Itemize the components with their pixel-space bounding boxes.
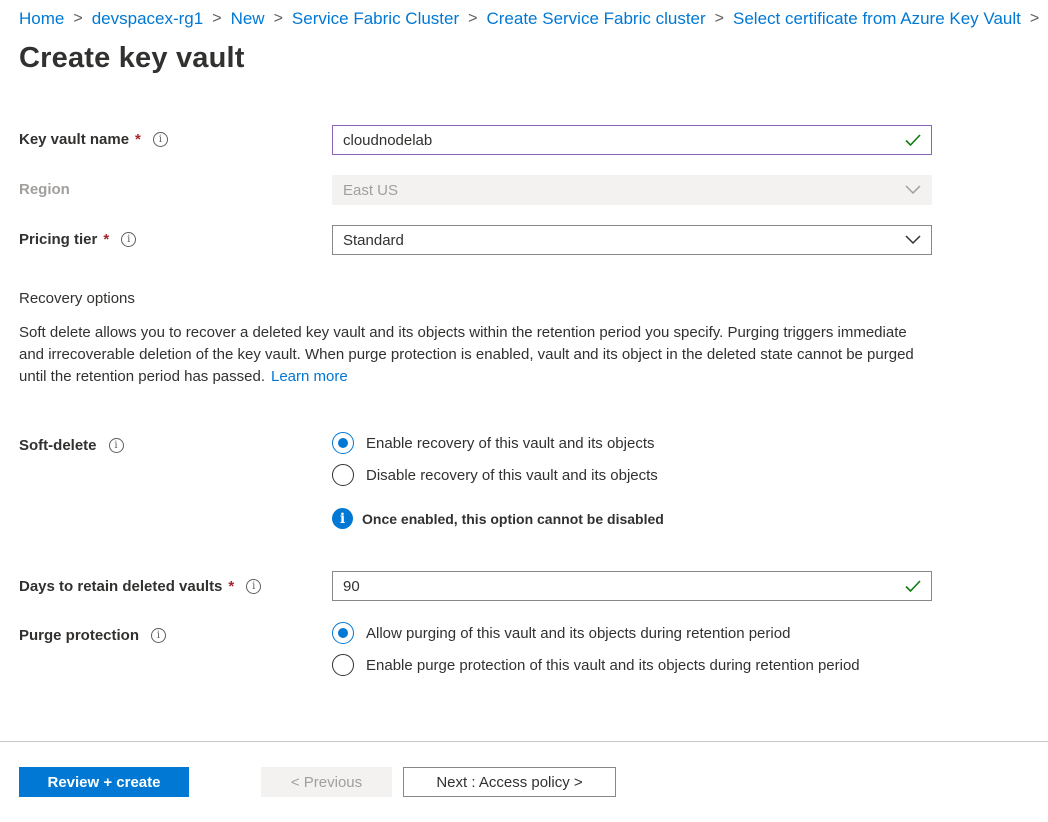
chevron-right-icon: > bbox=[212, 10, 222, 27]
breadcrumb-service-fabric-cluster[interactable]: Service Fabric Cluster bbox=[292, 9, 459, 29]
info-icon[interactable]: i bbox=[246, 579, 262, 594]
breadcrumb-home[interactable]: Home bbox=[19, 9, 64, 29]
pricing-tier-select[interactable]: Standard bbox=[332, 225, 932, 255]
days-retain-label: Days to retain deleted vaults * i bbox=[19, 578, 262, 595]
days-retain-value: 90 bbox=[343, 577, 360, 595]
chevron-down-icon bbox=[905, 235, 921, 245]
purge-protection-label: Purge protection i bbox=[19, 627, 167, 644]
soft-delete-option-disable[interactable]: Disable recovery of this vault and its o… bbox=[332, 464, 658, 486]
breadcrumb-new[interactable]: New bbox=[231, 9, 265, 29]
radio-checked-icon[interactable] bbox=[332, 432, 354, 454]
page-title: Create key vault bbox=[19, 42, 245, 74]
breadcrumb-create-cluster[interactable]: Create Service Fabric cluster bbox=[486, 9, 705, 29]
days-retain-input[interactable]: 90 bbox=[332, 571, 932, 601]
recovery-description: Soft delete allows you to recover a dele… bbox=[19, 324, 914, 385]
radio-checked-icon[interactable] bbox=[332, 622, 354, 644]
recovery-options-heading: Recovery options bbox=[19, 290, 135, 307]
info-icon[interactable]: i bbox=[121, 232, 137, 247]
chevron-right-icon: > bbox=[468, 10, 478, 27]
purge-option-enable[interactable]: Enable purge protection of this vault an… bbox=[332, 654, 860, 676]
chevron-right-icon: > bbox=[714, 10, 725, 27]
chevron-right-icon: > bbox=[273, 10, 283, 27]
breadcrumb-resource-group[interactable]: devspacex-rg1 bbox=[92, 9, 204, 29]
key-vault-name-label: Key vault name * i bbox=[19, 131, 168, 148]
radio-unchecked-icon[interactable] bbox=[332, 654, 354, 676]
purge-option-allow[interactable]: Allow purging of this vault and its obje… bbox=[332, 622, 790, 644]
review-create-button[interactable]: Review + create bbox=[19, 767, 189, 797]
breadcrumb: Home > devspacex-rg1 > New > Service Fab… bbox=[19, 9, 1048, 29]
region-select: East US bbox=[332, 175, 932, 205]
chevron-right-icon: > bbox=[73, 10, 83, 27]
info-icon[interactable]: i bbox=[152, 132, 168, 147]
pricing-tier-label: Pricing tier * i bbox=[19, 231, 137, 248]
footer-divider bbox=[0, 741, 1048, 742]
key-vault-name-input[interactable]: cloudnodelab bbox=[332, 125, 932, 155]
key-vault-name-value: cloudnodelab bbox=[343, 131, 433, 149]
pricing-tier-value: Standard bbox=[343, 231, 404, 249]
checkmark-icon bbox=[905, 580, 921, 592]
required-marker: * bbox=[228, 578, 235, 595]
radio-unchecked-icon[interactable] bbox=[332, 464, 354, 486]
soft-delete-option-enable[interactable]: Enable recovery of this vault and its ob… bbox=[332, 432, 655, 454]
info-icon[interactable]: i bbox=[151, 628, 167, 643]
previous-button: < Previous bbox=[261, 767, 392, 797]
checkmark-icon bbox=[905, 134, 921, 146]
region-label: Region bbox=[19, 181, 70, 198]
learn-more-link[interactable]: Learn more bbox=[271, 368, 348, 385]
info-icon[interactable]: i bbox=[108, 438, 124, 453]
required-marker: * bbox=[135, 131, 141, 148]
chevron-down-icon bbox=[905, 185, 921, 195]
soft-delete-info: i Once enabled, this option cannot be di… bbox=[332, 508, 664, 529]
soft-delete-label: Soft-delete i bbox=[19, 437, 124, 454]
info-filled-icon: i bbox=[332, 508, 353, 529]
chevron-right-icon: > bbox=[1029, 10, 1040, 27]
breadcrumb-select-certificate[interactable]: Select certificate from Azure Key Vault bbox=[733, 9, 1021, 29]
next-access-policy-button[interactable]: Next : Access policy > bbox=[403, 767, 616, 797]
required-marker: * bbox=[103, 231, 110, 248]
region-value: East US bbox=[343, 181, 399, 199]
